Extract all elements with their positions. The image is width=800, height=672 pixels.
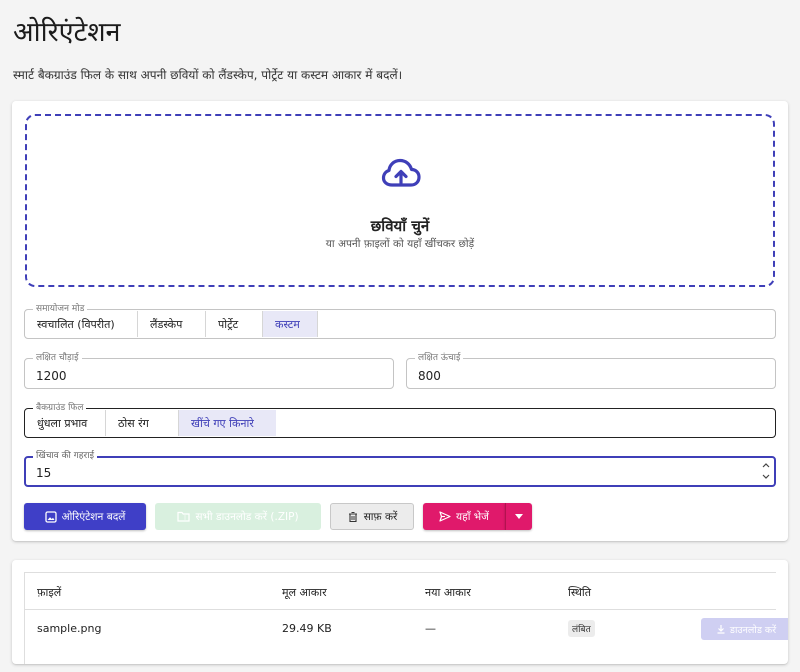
column-header-new-size: नया आकार — [425, 586, 471, 599]
number-spinner-icon[interactable] — [761, 459, 771, 483]
cloud-upload-icon — [381, 158, 421, 187]
target-height-field[interactable]: लक्षित ऊंचाई 800 — [406, 352, 776, 389]
row-download-button[interactable]: डाउनलोड करें — [701, 618, 788, 640]
convert-orientation-label: ओरिएंटेशन बदलें — [61, 510, 126, 523]
mode-option-auto[interactable]: स्वचालित (विपरीत) — [25, 311, 138, 337]
files-card: फ़ाइलें मूल आकार नया आकार स्थिति sample.… — [12, 560, 788, 664]
original-size-cell: 29.49 KB — [282, 622, 332, 635]
target-height-label: लक्षित ऊंचाई — [415, 352, 464, 364]
convert-orientation-button[interactable]: ओरिएंटेशन बदलें — [24, 503, 146, 530]
column-header-files: फ़ाइलें — [37, 586, 62, 599]
target-width-label: लक्षित चौड़ाई — [33, 352, 82, 364]
clear-all-icon — [348, 511, 357, 522]
header-divider — [25, 609, 776, 610]
send-button[interactable]: यहाँ भेजें — [423, 503, 505, 530]
send-icon — [439, 511, 451, 522]
image-dropzone[interactable]: छवियाँ चुनें या अपनी फ़ाइलों को यहाँ खीं… — [25, 114, 775, 287]
dropzone-title: छवियाँ चुनें — [370, 217, 430, 235]
status-badge: लंबित — [568, 620, 595, 637]
file-name-cell: sample.png — [37, 622, 102, 635]
column-header-status: स्थिति — [568, 586, 592, 599]
column-header-original-size: मूल आकार — [282, 586, 327, 599]
mode-option-custom[interactable]: कस्टम — [263, 311, 318, 337]
target-height-input[interactable]: 800 — [418, 369, 441, 383]
download-all-button[interactable]: सभी डाउनलोड करें (.ZIP) — [155, 503, 321, 530]
row-download-label: डाउनलोड करें — [729, 624, 777, 636]
download-icon — [717, 625, 725, 634]
download-all-label: सभी डाउनलोड करें (.ZIP) — [195, 510, 299, 523]
chevron-down-icon — [515, 514, 523, 519]
stretch-depth-field[interactable]: खिंचाव की गहराई 15 — [24, 450, 776, 487]
background-option-stretch[interactable]: खींचे गए किनारे — [179, 410, 276, 436]
stretch-depth-label: खिंचाव की गहराई — [33, 450, 97, 462]
mode-option-landscape[interactable]: लैंडस्केप — [138, 311, 206, 337]
dropzone-hint: या अपनी फ़ाइलों को यहाँ खींचकर छोड़ें — [325, 238, 475, 250]
clear-label: साफ़ करें — [363, 510, 398, 523]
background-option-solid[interactable]: ठोस रंग — [106, 410, 179, 436]
background-toggle-group: बैकग्राउंड फिल धुंधला प्रभाव ठोस रंग खीं… — [24, 402, 776, 438]
clear-button[interactable]: साफ़ करें — [330, 503, 414, 530]
page-subtitle: स्मार्ट बैकग्राउंड फिल के साथ अपनी छवियो… — [13, 68, 403, 82]
background-option-blur[interactable]: धुंधला प्रभाव — [25, 410, 106, 436]
target-width-field[interactable]: लक्षित चौड़ाई 1200 — [24, 352, 394, 389]
target-width-input[interactable]: 1200 — [36, 369, 67, 383]
send-label: यहाँ भेजें — [456, 510, 489, 523]
send-options-dropdown[interactable] — [505, 503, 532, 530]
files-table: फ़ाइलें मूल आकार नया आकार स्थिति sample.… — [24, 572, 788, 664]
mode-option-portrait[interactable]: पोर्ट्रेट — [206, 311, 263, 337]
mode-toggle-group: समायोजन मोड स्वचालित (विपरीत) लैंडस्केप … — [24, 303, 776, 339]
folder-zip-icon — [177, 511, 191, 522]
page-title: ओरिएंटेशन — [13, 17, 121, 48]
stretch-depth-input[interactable]: 15 — [36, 466, 51, 480]
settings-card: छवियाँ चुनें या अपनी फ़ाइलों को यहाँ खीं… — [12, 101, 788, 541]
new-size-cell: — — [425, 622, 436, 635]
image-icon — [44, 510, 57, 523]
